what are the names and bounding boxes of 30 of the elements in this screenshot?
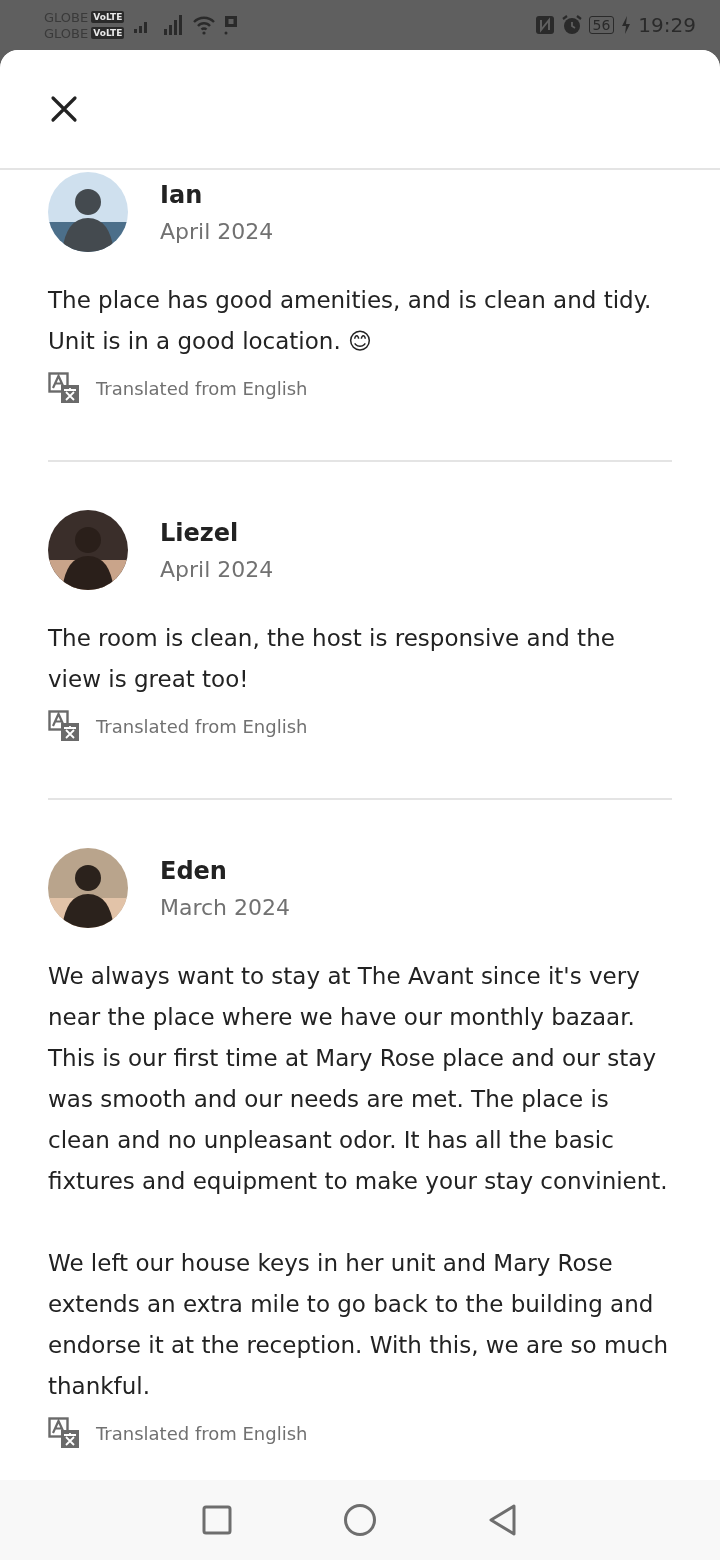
wifi-icon — [192, 15, 217, 35]
reviewer-name: Eden — [160, 856, 228, 885]
parking-icon — [224, 15, 239, 35]
translation-note: Translated from English — [96, 715, 308, 737]
translate-icon — [48, 710, 80, 742]
home-button[interactable] — [343, 1503, 377, 1537]
review-date: April 2024 — [160, 218, 274, 244]
translate-icon — [48, 372, 80, 404]
review-date: March 2024 — [160, 894, 291, 920]
recents-button[interactable] — [201, 1504, 233, 1536]
circle-icon — [343, 1503, 377, 1537]
volte-badge: VoLTE — [91, 11, 125, 23]
reviewer-name: Liezel — [160, 518, 240, 547]
review-text: We always want to stay at The Avant since it's very near the place where we have our monthly bazaar. This is our first time at Mary Rose place and our stay was smooth and our needs are met. The place is clean and no unpleasant odor. It has all the basic fixtures and equipment to make your stay convinient. We left our house keys in her unit and Mary Rose extends an extra mile to go back to the building and endorse it at the reception. With this, we are so much thankful. — [48, 962, 670, 1401]
translate-icon — [48, 1417, 80, 1449]
review-text: The room is clean, the host is responsive and the view is great too! — [48, 624, 616, 694]
back-button[interactable] — [487, 1503, 519, 1537]
nfc-icon — [534, 15, 555, 35]
triangle-icon — [487, 1503, 519, 1537]
charging-icon — [620, 15, 633, 35]
translation-note: Translated from English — [96, 377, 308, 399]
close-icon — [50, 95, 78, 123]
signal-icon — [162, 15, 185, 35]
alarm-icon — [560, 14, 583, 36]
square-icon — [201, 1504, 233, 1536]
volte-badge: VoLTE — [91, 27, 125, 39]
review-text: The place has good amenities, and is clean and tidy. Unit is in a good location. 😊 — [48, 286, 653, 356]
translation-note: Translated from English — [96, 1422, 308, 1444]
reviewer-name: Ian — [160, 180, 204, 209]
review-date: April 2024 — [160, 556, 274, 582]
